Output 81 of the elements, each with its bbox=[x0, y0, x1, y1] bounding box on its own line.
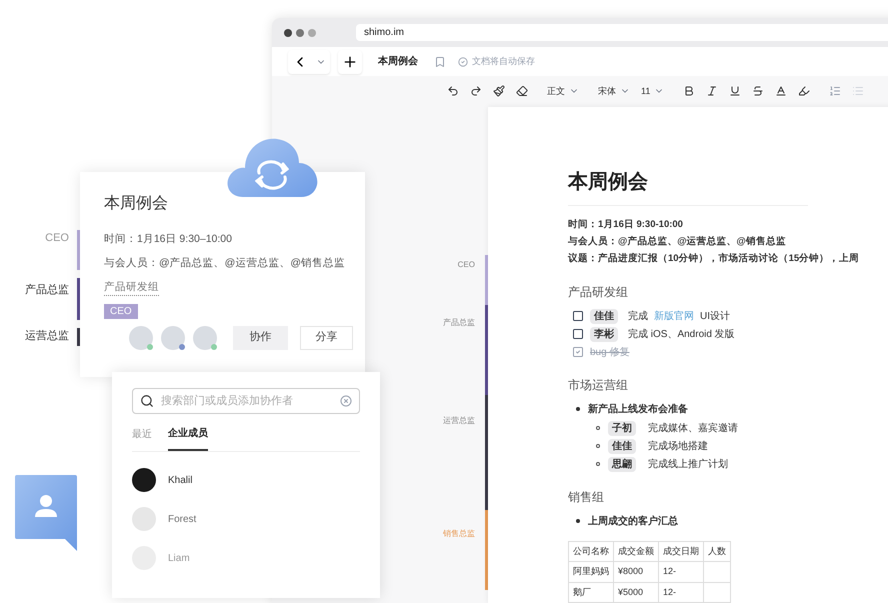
save-status: 文档将自动保存 bbox=[472, 54, 535, 68]
table-cell: ¥8000 bbox=[614, 562, 658, 582]
table-cell: 12- bbox=[658, 562, 704, 582]
search-icon bbox=[140, 394, 154, 408]
clear-icon[interactable] bbox=[340, 395, 352, 407]
check-circle-icon bbox=[458, 56, 468, 67]
section-heading: 市场运营组 bbox=[568, 376, 629, 394]
text-color-icon[interactable] bbox=[775, 85, 788, 98]
bullet-text: 上周成交的客户汇总 bbox=[588, 514, 678, 528]
member-name: Khalil bbox=[168, 474, 192, 488]
card-time: 时间：1月16日 9:30–10:00 bbox=[104, 232, 233, 247]
size-dropdown[interactable]: 11 bbox=[641, 84, 664, 98]
member-name: Liam bbox=[168, 552, 190, 566]
strikethrough-icon[interactable] bbox=[752, 85, 764, 98]
style-dropdown[interactable]: 正文 bbox=[547, 84, 579, 98]
task-text: bug 修复 bbox=[590, 346, 630, 360]
member-item[interactable]: Forest bbox=[132, 507, 360, 531]
task-text: 完成 iOS、Android 发版 bbox=[628, 328, 735, 342]
member-item[interactable]: Khalil bbox=[132, 468, 360, 492]
underline-icon[interactable] bbox=[729, 85, 742, 98]
mention-chip: 李彬 bbox=[590, 326, 618, 342]
table-header-cell: 公司名称 bbox=[568, 541, 614, 562]
outline-label[interactable]: 运营总监 bbox=[25, 328, 69, 344]
task-text: 完成 bbox=[628, 310, 648, 324]
section-heading: 销售组 bbox=[568, 488, 605, 506]
card-title: 本周例会 bbox=[104, 194, 169, 214]
italic-icon[interactable] bbox=[706, 85, 718, 98]
mention-chip: 子初 bbox=[608, 420, 636, 436]
bookmark-icon[interactable] bbox=[434, 56, 446, 68]
checkbox-icon[interactable] bbox=[572, 328, 584, 340]
checkbox-icon[interactable] bbox=[572, 310, 584, 322]
new-button[interactable] bbox=[338, 50, 362, 74]
table-cell: ¥5000 bbox=[614, 582, 658, 602]
outline-label[interactable]: 产品总监 bbox=[25, 278, 69, 298]
meta-line: 时间：1月16日 9:30-10:00 bbox=[568, 218, 684, 232]
list-item-text: 完成线上推广计划 bbox=[648, 458, 728, 472]
document-title: 本周例会 bbox=[378, 54, 418, 70]
role-tag: CEO bbox=[104, 304, 138, 318]
avatar[interactable] bbox=[161, 326, 185, 350]
format-painter-icon[interactable] bbox=[493, 85, 505, 98]
table-cell: 阿里妈妈 bbox=[568, 562, 614, 582]
avatar bbox=[132, 507, 156, 531]
mention-chip: 佳佳 bbox=[590, 308, 618, 324]
undo-icon[interactable] bbox=[447, 85, 459, 98]
address-field[interactable]: shimo.im bbox=[356, 24, 888, 41]
mention-chip: 思翩 bbox=[608, 456, 636, 472]
list-item-text: 完成媒体、嘉宾邀请 bbox=[648, 422, 738, 436]
table-cell: 鹅厂 bbox=[568, 582, 614, 602]
eraser-icon[interactable] bbox=[516, 85, 528, 98]
font-dropdown[interactable]: 宋体 bbox=[598, 84, 630, 98]
meta-line: 与会人员：@产品总监、@运营总监、@销售总监 bbox=[568, 235, 787, 249]
member-name: Forest bbox=[168, 512, 196, 526]
bold-icon[interactable] bbox=[683, 85, 696, 98]
list-item-text: 完成场地搭建 bbox=[648, 440, 708, 454]
document-heading: 本周例会 bbox=[568, 166, 808, 206]
plus-icon bbox=[342, 54, 358, 70]
table-cell: 12- bbox=[658, 582, 704, 602]
table-header-cell: 成交日期 bbox=[658, 541, 704, 562]
checkbox-checked-icon[interactable] bbox=[572, 346, 584, 358]
mention-chip: 佳佳 bbox=[608, 438, 636, 454]
redo-icon[interactable] bbox=[470, 85, 482, 98]
bullet-icon bbox=[596, 426, 600, 430]
task-text: UI设计 bbox=[700, 310, 730, 324]
meta-line: 议题：产品进度汇报（10分钟），市场活动讨论（15分钟），上周 bbox=[568, 252, 860, 266]
table-header-cell: 成交金额 bbox=[614, 541, 658, 562]
group-label: 产品研发组 bbox=[104, 280, 159, 296]
collaborate-button[interactable]: 协作 bbox=[233, 326, 288, 350]
avatar bbox=[132, 468, 156, 492]
table-header-cell: 人数 bbox=[704, 541, 730, 562]
bullet-icon bbox=[576, 519, 580, 523]
user-bubble-icon bbox=[15, 475, 77, 551]
bullet-icon bbox=[576, 407, 580, 411]
highlight-icon[interactable] bbox=[798, 85, 810, 98]
section-heading: 产品研发组 bbox=[568, 284, 629, 300]
picker-tab[interactable]: 企业成员 bbox=[168, 426, 208, 451]
share-button[interactable]: 分享 bbox=[300, 326, 353, 350]
bullet-text: 新产品上线发布会准备 bbox=[588, 402, 688, 416]
search-field[interactable]: 搜索部门或成员添加协作者 bbox=[132, 388, 360, 414]
bullet-icon bbox=[596, 462, 600, 466]
bullet-icon bbox=[596, 444, 600, 448]
back-button[interactable] bbox=[288, 50, 330, 74]
